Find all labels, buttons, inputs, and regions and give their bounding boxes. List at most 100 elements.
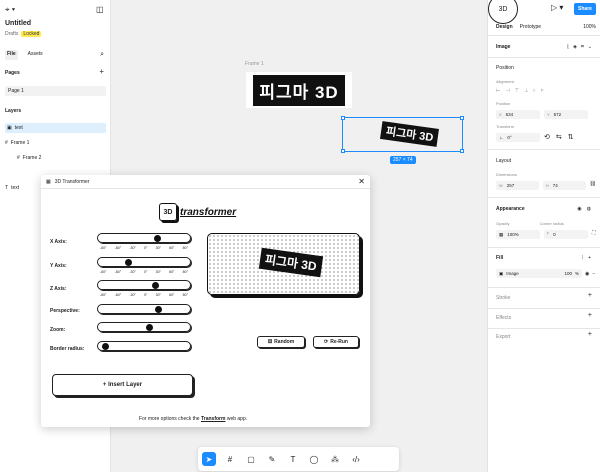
drafts-label[interactable]: Drafts xyxy=(5,31,18,37)
image-title: Image xyxy=(496,44,511,50)
add-export-icon[interactable]: + xyxy=(588,331,592,338)
constrain-icon[interactable]: ⛓ xyxy=(590,181,596,190)
tick-label: -60° xyxy=(114,246,122,250)
fill-type: Image xyxy=(506,271,519,276)
tab-file[interactable]: File xyxy=(5,50,18,60)
component-icons[interactable]: ⌊◈⌗⌄ xyxy=(567,44,596,50)
avatar[interactable]: 3D xyxy=(488,0,518,24)
opacity-field[interactable]: ▦ 100% xyxy=(496,230,540,239)
frame-label[interactable]: Frame 1 xyxy=(245,61,264,67)
slider-knob[interactable] xyxy=(101,343,109,350)
z-axis-slider[interactable] xyxy=(97,280,191,290)
y-field[interactable]: Y 572 xyxy=(544,110,588,119)
rerun-button[interactable]: ⟳ Re-Run xyxy=(313,336,359,348)
divider xyxy=(488,287,600,288)
tick-label: 60° xyxy=(169,270,175,274)
tab-assets[interactable]: Assets xyxy=(26,50,45,60)
y-value: 572 xyxy=(553,112,562,117)
zoom-slider[interactable] xyxy=(97,322,191,332)
fill-actions-icons[interactable]: ⁞+ xyxy=(582,255,596,261)
y-label: Y xyxy=(547,112,550,117)
right-tabs: Design Prototype 100% xyxy=(496,24,596,30)
tick-label: 0° xyxy=(144,246,148,250)
slider-knob[interactable] xyxy=(151,282,159,289)
eye-icon[interactable]: ◉ xyxy=(585,271,589,277)
frame-tool-icon[interactable]: # xyxy=(223,452,237,466)
y-axis-slider[interactable] xyxy=(97,257,191,267)
slider-knob[interactable] xyxy=(155,306,163,313)
width-field[interactable]: W 257 xyxy=(496,181,539,190)
tick-label: -60° xyxy=(114,293,122,297)
opacity-icon: ▦ xyxy=(499,231,504,237)
search-icon[interactable]: ⌕ xyxy=(98,50,106,60)
panel-toggle-icon[interactable]: ◫ xyxy=(96,5,104,14)
code-icon[interactable]: ‹/› xyxy=(349,452,363,466)
transform-link[interactable]: Transform xyxy=(201,416,225,422)
random-button[interactable]: ⚄ Random xyxy=(257,336,305,348)
zoom-label: Zoom: xyxy=(50,327,66,333)
figma-menu-icon[interactable]: ⌖ ▾ xyxy=(5,5,15,15)
plugin-header[interactable]: ▦ 3D Transformer ✕ xyxy=(41,175,370,189)
resize-handle[interactable] xyxy=(460,149,464,153)
minus-icon[interactable]: − xyxy=(592,271,595,277)
tick-label: -60° xyxy=(100,270,107,274)
x-label: X xyxy=(499,112,502,117)
expand-corners-icon[interactable]: ⛶ xyxy=(592,230,596,239)
slider-knob[interactable] xyxy=(145,324,153,331)
file-title[interactable]: Untitled xyxy=(5,20,31,27)
insert-layer-button[interactable]: + Insert Layer xyxy=(52,374,193,396)
add-page-icon[interactable]: + xyxy=(99,67,104,76)
plugin-footer: For more options check the Transform web… xyxy=(139,416,247,422)
slider-knob[interactable] xyxy=(154,235,162,242)
position-title: Position xyxy=(496,65,514,71)
random-label: Random xyxy=(274,339,295,345)
layer-label: text xyxy=(14,125,23,131)
resize-handle[interactable] xyxy=(341,149,345,153)
height-field[interactable]: H 74 xyxy=(542,181,586,190)
opacity-label: Opacity xyxy=(496,221,510,226)
transform-row: ∟ 0° ⟲⇆⇅ xyxy=(496,133,596,142)
z-axis-label: Z Axis: xyxy=(50,286,67,292)
border-radius-slider[interactable] xyxy=(97,341,191,351)
slider-knob[interactable] xyxy=(124,259,132,266)
layer-item[interactable]: # Frame 2 xyxy=(17,155,41,161)
close-icon[interactable]: ✕ xyxy=(358,177,365,186)
resize-handle[interactable] xyxy=(460,116,464,120)
x-field[interactable]: X 634 xyxy=(496,110,540,119)
corner-radius-field[interactable]: ⌜ 0 xyxy=(544,230,588,239)
share-button[interactable]: Share xyxy=(574,3,596,15)
selected-image[interactable]: 피그마 3D xyxy=(341,116,464,153)
perspective-slider[interactable] xyxy=(97,304,191,314)
frame-1[interactable]: 피그마 3D xyxy=(246,72,352,108)
move-tool-icon[interactable]: ➤ xyxy=(202,452,216,466)
x-axis-label: X Axis: xyxy=(50,239,67,245)
resize-handle[interactable] xyxy=(341,116,345,120)
tab-prototype[interactable]: Prototype xyxy=(520,24,541,30)
page-item[interactable]: Page 1 xyxy=(5,86,106,96)
alignment-icons[interactable]: ⊢⊣⊤⊥⊦⊧ xyxy=(496,88,596,94)
pen-tool-icon[interactable]: ✎ xyxy=(265,452,279,466)
text-tool-icon[interactable]: T xyxy=(286,452,300,466)
visibility-icons[interactable]: ◉◍ xyxy=(577,206,596,212)
divider xyxy=(488,149,600,150)
w-label: W xyxy=(499,183,503,188)
tab-design[interactable]: Design xyxy=(496,24,513,30)
fill-field[interactable]: ▣ Image 100 % xyxy=(496,269,582,278)
layer-item[interactable]: # Frame 1 xyxy=(5,140,29,146)
position-label: Position xyxy=(496,101,511,106)
resources-icon[interactable]: ⁂ xyxy=(328,452,342,466)
x-axis-slider[interactable] xyxy=(97,233,191,243)
divider xyxy=(488,328,600,329)
comment-tool-icon[interactable]: ◯ xyxy=(307,452,321,466)
shape-tool-icon[interactable]: ▢ xyxy=(244,452,258,466)
add-stroke-icon[interactable]: + xyxy=(588,292,592,299)
layer-item[interactable]: T text xyxy=(5,185,19,191)
flip-icons[interactable]: ⟲⇆⇅ xyxy=(544,133,580,142)
layer-item[interactable]: ▣ text xyxy=(5,123,106,133)
play-icon[interactable]: ▷ ▾ xyxy=(551,3,563,12)
add-effect-icon[interactable]: + xyxy=(588,312,592,319)
zoom-select[interactable]: 100% xyxy=(583,24,596,30)
rotation-field[interactable]: ∟ 0° xyxy=(496,133,540,142)
appearance-fields: ▦ 100% ⌜ 0 ⛶ xyxy=(496,230,596,239)
frame-icon: # xyxy=(5,140,8,146)
